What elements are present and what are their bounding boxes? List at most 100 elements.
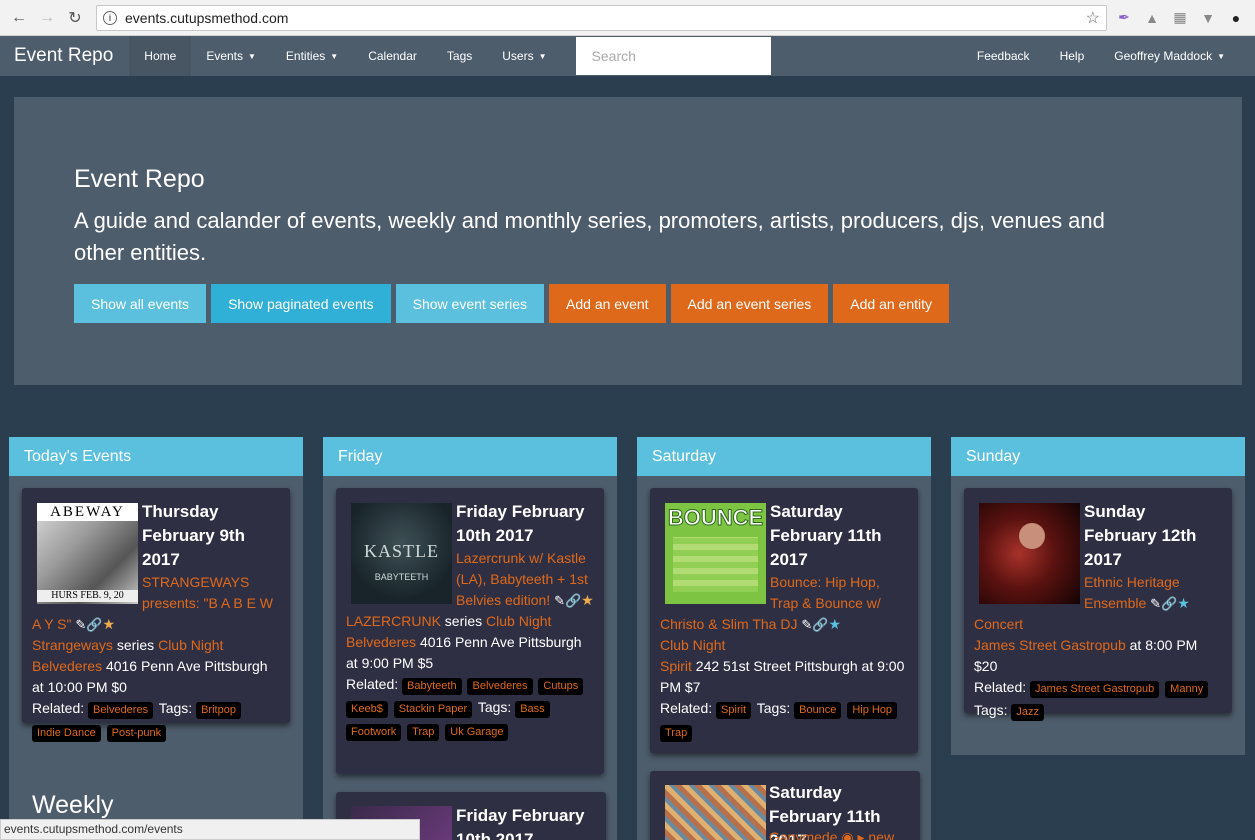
event-name-link[interactable]: Ganymede ◉ ▸ new bbox=[769, 829, 914, 840]
show-all-events-button[interactable]: Show all events bbox=[74, 284, 207, 323]
nav-help[interactable]: Help bbox=[1045, 36, 1100, 76]
related-tag[interactable]: Manny bbox=[1165, 681, 1209, 698]
related-tag[interactable]: Spirit bbox=[716, 702, 752, 719]
event-type-link[interactable]: Concert bbox=[974, 616, 1023, 632]
info-icon[interactable]: i bbox=[103, 10, 117, 25]
tag[interactable]: Indie Dance bbox=[32, 725, 101, 742]
thumb-figure bbox=[1019, 523, 1045, 549]
related-label: Related: bbox=[974, 679, 1027, 695]
related-tag[interactable]: Belvederes bbox=[467, 678, 533, 695]
tag[interactable]: Bass bbox=[515, 701, 550, 718]
event-thumbnail[interactable]: KASTLE BABYTEETH bbox=[351, 503, 452, 604]
series-link[interactable]: Strangeways bbox=[32, 637, 113, 653]
caret-down-icon: ▼ bbox=[1217, 51, 1225, 61]
caret-down-icon: ▼ bbox=[538, 51, 547, 61]
favorite-star-icon[interactable]: ★ bbox=[1177, 595, 1190, 611]
series-word: series bbox=[116, 637, 155, 653]
related-tag[interactable]: Belvederes bbox=[88, 702, 154, 719]
event-thumbnail[interactable]: BOUNCE bbox=[665, 503, 766, 604]
tag[interactable]: Trap bbox=[660, 725, 693, 742]
nav-feedback[interactable]: Feedback bbox=[962, 36, 1045, 76]
nav-calendar[interactable]: Calendar bbox=[353, 36, 432, 76]
event-thumbnail[interactable] bbox=[979, 503, 1080, 604]
tag[interactable]: Footwork bbox=[346, 724, 402, 741]
thumb-title: BOUNCE bbox=[667, 505, 764, 530]
nav-users-label: Users bbox=[502, 49, 534, 63]
link-icon[interactable]: 🔗 bbox=[565, 593, 581, 608]
series-link[interactable]: LAZERCRUNK bbox=[346, 613, 441, 629]
related-tag[interactable]: Babyteeth bbox=[402, 678, 462, 695]
address-bar[interactable]: i events.cutupsmethod.com ☆ bbox=[96, 4, 1107, 31]
event-thumbnail[interactable]: ABEWAY HURS FEB. 9, 20 bbox=[37, 503, 138, 604]
extension-feather-icon[interactable]: ✒ bbox=[1113, 7, 1135, 29]
add-entity-button[interactable]: Add an entity bbox=[833, 284, 950, 323]
nav-entities-dropdown[interactable]: Entities ▼ bbox=[271, 36, 353, 76]
tag[interactable]: Trap bbox=[407, 724, 440, 741]
add-event-button[interactable]: Add an event bbox=[549, 284, 666, 323]
event-card: ABEWAY HURS FEB. 9, 20 Thursday February… bbox=[22, 488, 290, 742]
related-tag[interactable]: Keeb$ bbox=[346, 701, 388, 718]
event-type-link[interactable]: Club Night bbox=[486, 613, 551, 629]
tag[interactable]: Uk Garage bbox=[445, 724, 509, 741]
link-icon[interactable]: 🔗 bbox=[812, 617, 828, 632]
panel-heading: Sunday bbox=[951, 437, 1245, 476]
event-type-link[interactable]: Club Night bbox=[158, 637, 223, 653]
edit-pencil-icon[interactable]: ✎ bbox=[554, 593, 565, 608]
page-lead: A guide and calander of events, weekly a… bbox=[74, 208, 1105, 265]
venue-link[interactable]: Belvederes bbox=[32, 658, 102, 674]
search-input[interactable]: Search bbox=[575, 37, 771, 75]
tags-label: Tags: bbox=[477, 699, 512, 715]
page-title: Event Repo bbox=[74, 165, 205, 193]
thumb-subtitle: HURS FEB. 9, 20 bbox=[37, 590, 138, 602]
show-event-series-button[interactable]: Show event series bbox=[395, 284, 545, 323]
extension-vue-icon[interactable]: ▼ bbox=[1197, 7, 1219, 29]
edit-pencil-icon[interactable]: ✎ bbox=[1150, 596, 1161, 611]
edit-pencil-icon[interactable]: ✎ bbox=[801, 617, 812, 632]
edit-pencil-icon[interactable]: ✎ bbox=[75, 617, 86, 632]
link-icon[interactable]: 🔗 bbox=[86, 617, 102, 632]
nav-home[interactable]: Home bbox=[129, 36, 192, 76]
nav-tags[interactable]: Tags bbox=[432, 36, 487, 76]
event-type-link[interactable]: Club Night bbox=[660, 637, 725, 653]
bookmark-star-icon[interactable]: ☆ bbox=[1086, 8, 1100, 28]
venue-link[interactable]: Belvederes bbox=[346, 634, 416, 650]
event-thumbnail[interactable] bbox=[665, 785, 766, 840]
back-icon[interactable]: ← bbox=[8, 7, 30, 29]
related-label: Related: bbox=[660, 700, 713, 716]
url-text: events.cutupsmethod.com bbox=[125, 9, 289, 26]
venue-link[interactable]: Spirit bbox=[660, 658, 692, 674]
favorite-star-icon[interactable]: ★ bbox=[828, 616, 841, 632]
brand-link[interactable]: Event Repo bbox=[0, 45, 129, 67]
forward-icon[interactable]: → bbox=[36, 7, 58, 29]
nav-users-dropdown[interactable]: Users ▼ bbox=[487, 36, 561, 76]
extension-drive-icon[interactable]: ▲ bbox=[1141, 7, 1163, 29]
tag[interactable]: Jazz bbox=[1011, 704, 1044, 721]
venue-link[interactable]: James Street Gastropub bbox=[974, 637, 1126, 653]
related-tag[interactable]: James Street Gastropub bbox=[1030, 681, 1160, 698]
favorite-star-icon[interactable]: ★ bbox=[581, 592, 594, 608]
site-navbar: Event Repo Home Events ▼ Entities ▼ Calend… bbox=[0, 36, 1255, 76]
sunday-panel: Sunday Sunday February 12th 2017 Ethnic … bbox=[951, 437, 1245, 755]
extension-compass-icon[interactable]: ● bbox=[1225, 7, 1247, 29]
nav-user-dropdown[interactable]: Geoffrey Maddock ▼ bbox=[1099, 36, 1255, 76]
event-card: KASTLE BABYTEETH Friday February 10th 20… bbox=[336, 488, 604, 774]
related-tag[interactable]: Stackin Paper bbox=[393, 701, 473, 718]
thumb-title: KASTLE bbox=[364, 541, 439, 561]
thumb-decoration bbox=[673, 537, 758, 592]
tag[interactable]: Post-punk bbox=[106, 725, 167, 742]
nav-events-label: Events bbox=[206, 49, 243, 63]
event-time-price: at 9:00 PM $5 bbox=[346, 655, 434, 671]
action-buttons: Show all events Show paginated events Sh… bbox=[74, 284, 950, 323]
reload-icon[interactable]: ↻ bbox=[64, 7, 86, 29]
link-icon[interactable]: 🔗 bbox=[1161, 596, 1177, 611]
show-paginated-events-button[interactable]: Show paginated events bbox=[211, 284, 391, 323]
tag[interactable]: Bounce bbox=[794, 702, 842, 719]
favorite-star-icon[interactable]: ★ bbox=[102, 616, 115, 632]
tag[interactable]: Britpop bbox=[196, 702, 241, 719]
extension-qr-icon[interactable]: ▦ bbox=[1169, 7, 1191, 29]
add-event-series-button[interactable]: Add an event series bbox=[670, 284, 829, 323]
tag[interactable]: Hip Hop bbox=[847, 702, 898, 719]
related-tag[interactable]: Cutups bbox=[538, 678, 584, 695]
saturday-panel: Saturday BOUNCE Saturday February 11th 2… bbox=[637, 437, 931, 840]
nav-events-dropdown[interactable]: Events ▼ bbox=[191, 36, 271, 76]
